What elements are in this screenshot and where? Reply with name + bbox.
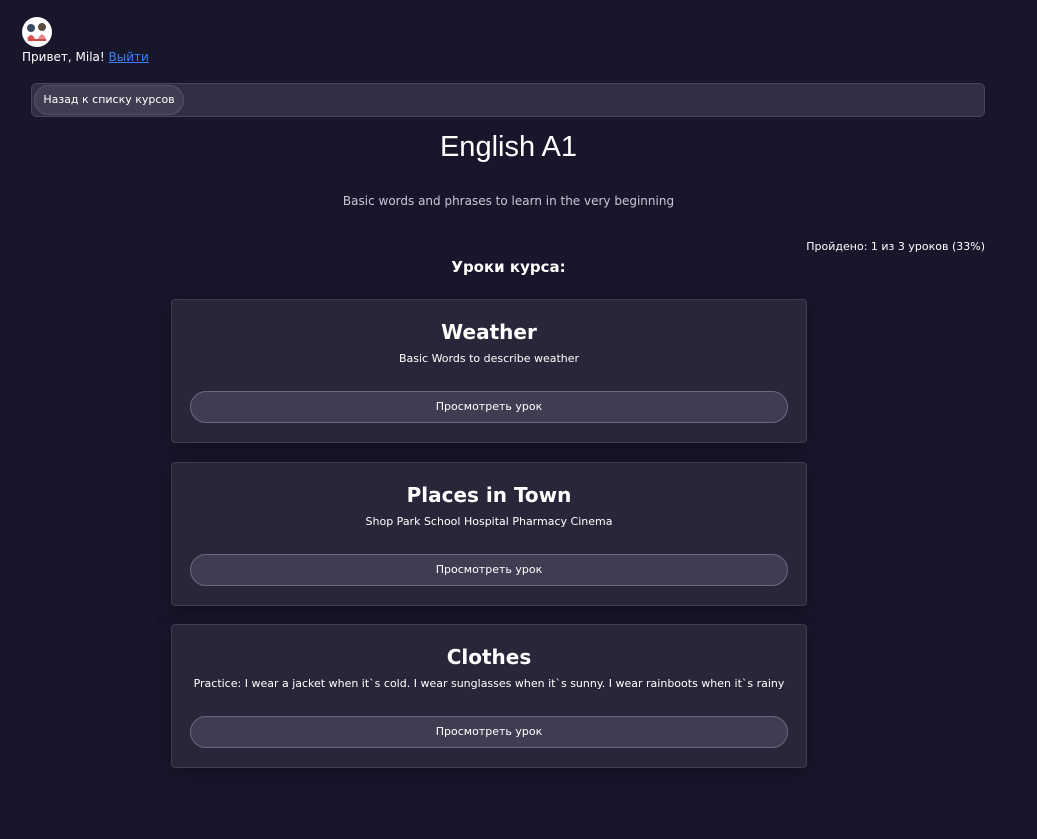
avatar[interactable] xyxy=(22,17,52,47)
top-navigation-bar: Назад к списку курсов xyxy=(31,83,985,117)
greeting-text: Привет, Mila! xyxy=(22,50,105,64)
avatar-illustration-icon xyxy=(27,23,46,41)
view-lesson-button[interactable]: Просмотреть урок xyxy=(190,391,788,423)
lesson-card-places-in-town: Places in Town Shop Park School Hospital… xyxy=(171,462,807,606)
logout-link[interactable]: Выйти xyxy=(109,50,149,64)
lesson-description: Practice: I wear a jacket when it`s cold… xyxy=(193,677,785,690)
user-bar: Привет, Mila! Выйти xyxy=(22,17,149,64)
lesson-description: Basic Words to describe weather xyxy=(398,352,580,365)
lesson-title: Clothes xyxy=(446,645,532,669)
course-description: Basic words and phrases to learn in the … xyxy=(342,194,675,208)
lesson-card-weather: Weather Basic Words to describe weather … xyxy=(171,299,807,443)
view-lesson-button[interactable]: Просмотреть урок xyxy=(190,554,788,586)
back-to-courses-button[interactable]: Назад к списку курсов xyxy=(34,85,184,115)
lesson-description: Shop Park School Hospital Pharmacy Cinem… xyxy=(365,515,613,528)
lessons-heading: Уроки курса: xyxy=(451,258,566,276)
view-lesson-button[interactable]: Просмотреть урок xyxy=(190,716,788,748)
lesson-title: Weather xyxy=(441,320,537,344)
course-progress-text: Пройдено: 1 из 3 уроков (33%) xyxy=(806,240,985,253)
greeting-line: Привет, Mila! Выйти xyxy=(22,50,149,64)
lesson-title: Places in Town xyxy=(406,483,572,507)
course-title: English A1 xyxy=(439,131,578,163)
lesson-card-clothes: Clothes Practice: I wear a jacket when i… xyxy=(171,624,807,768)
